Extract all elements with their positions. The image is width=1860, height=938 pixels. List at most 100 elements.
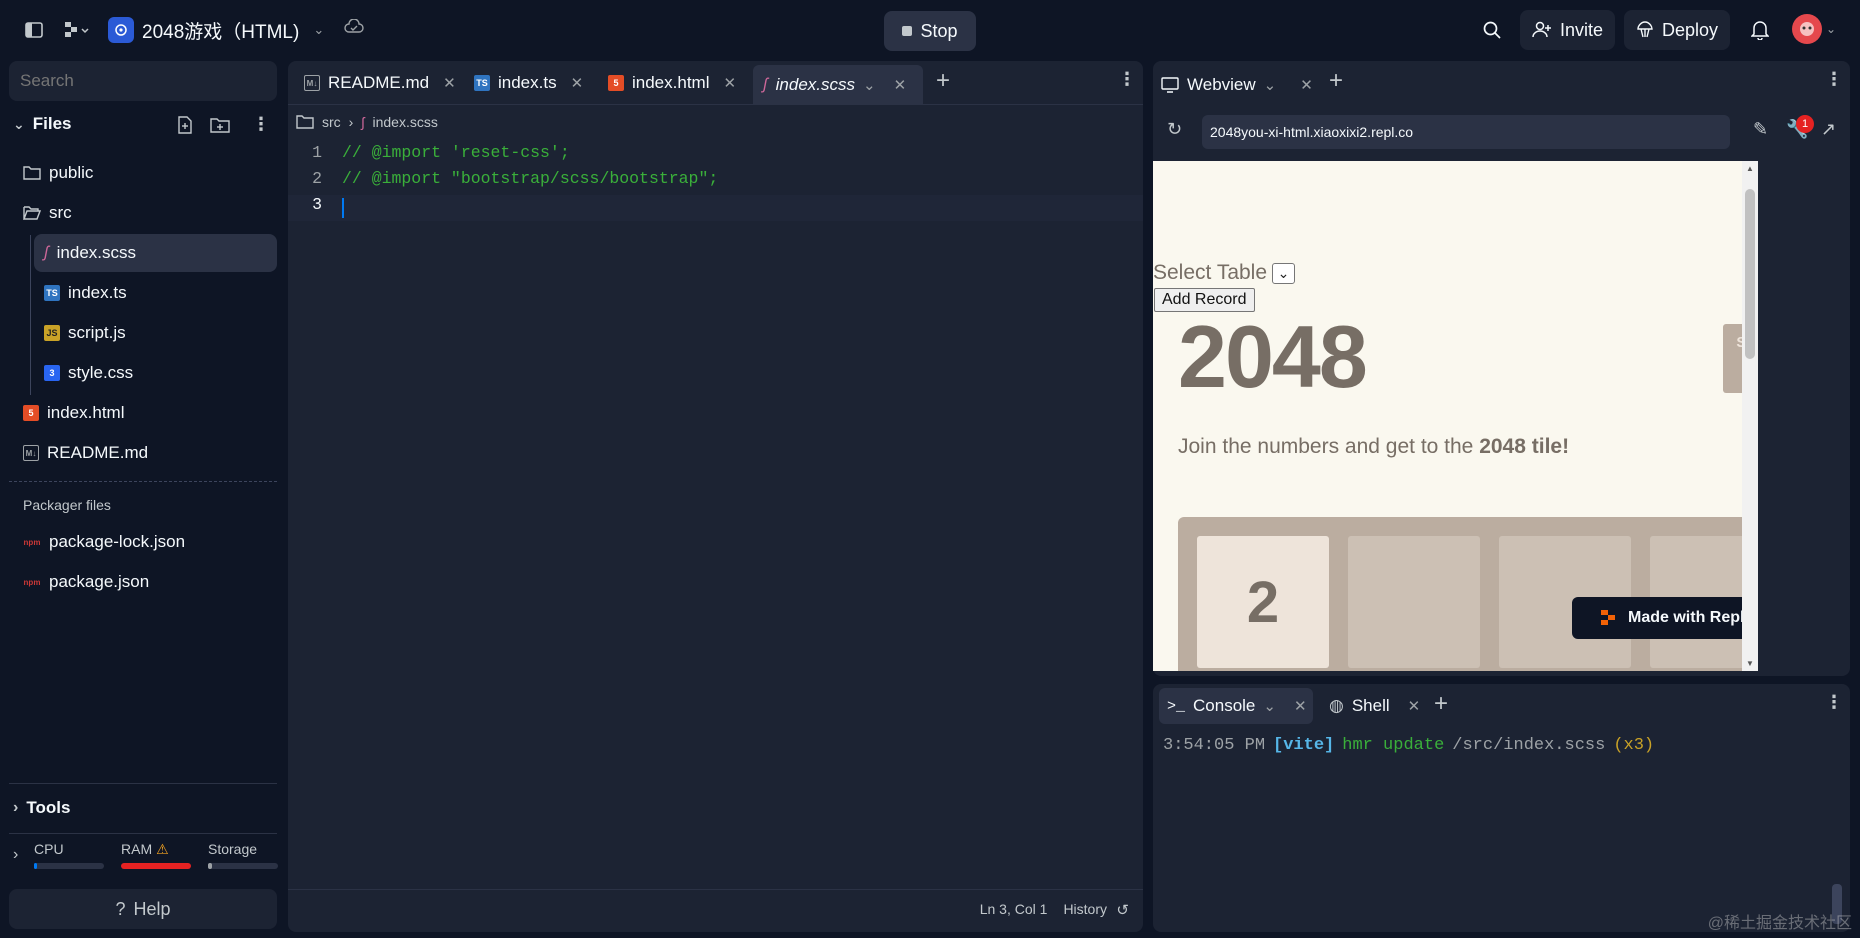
- search-icon[interactable]: [1472, 10, 1512, 50]
- stop-icon: [902, 26, 913, 36]
- tree-label: index.scss: [56, 243, 137, 262]
- code-editor[interactable]: 1 // @import 'reset-css'; 2 // @import "…: [288, 143, 1143, 221]
- log-message: hmr update: [1342, 736, 1445, 755]
- close-icon[interactable]: ✕: [443, 74, 456, 92]
- help-button[interactable]: ? Help: [9, 889, 277, 929]
- tab-readme[interactable]: M↓ README.md ✕: [294, 63, 466, 103]
- project-name[interactable]: 2048游戏（HTML) ⌄: [108, 17, 364, 44]
- edit-icon[interactable]: ✎: [1753, 119, 1768, 140]
- close-icon[interactable]: ✕: [894, 76, 907, 94]
- stop-button[interactable]: Stop: [884, 11, 976, 51]
- webview-scrollbar[interactable]: ▲ ▼: [1742, 161, 1758, 671]
- chevron-down-icon[interactable]: ⌄: [1264, 76, 1277, 94]
- tree-file-script-js[interactable]: JS script.js: [44, 314, 126, 352]
- chevron-down-icon[interactable]: ⌄: [1826, 22, 1836, 36]
- tree-file-index-scss[interactable]: ʃ index.scss: [34, 234, 277, 272]
- log-tag: [vite]: [1273, 736, 1335, 755]
- files-label: Files: [32, 114, 72, 133]
- npm-icon: npm: [23, 537, 41, 547]
- console-panel: >_ Console ⌄ ✕ ◍ Shell ✕ + ⋮ 3:54:05 PM …: [1153, 684, 1850, 932]
- cursor-position[interactable]: Ln 3, Col 1: [980, 901, 1048, 917]
- resources-toggle[interactable]: ›: [13, 846, 18, 864]
- add-tab-icon[interactable]: +: [1329, 67, 1343, 95]
- tree-file-style-css[interactable]: 3 style.css: [44, 354, 133, 392]
- history-button[interactable]: History: [1063, 901, 1107, 917]
- tile: 2: [1197, 536, 1329, 668]
- reload-icon[interactable]: ↻: [1167, 119, 1182, 140]
- tree-file-package-json[interactable]: npm package.json: [23, 563, 150, 601]
- cloud-check-icon[interactable]: [344, 18, 364, 41]
- devtools-badge: 1: [1796, 115, 1814, 133]
- breadcrumb-file[interactable]: index.scss: [372, 114, 437, 130]
- tab-index-html[interactable]: 5 index.html ✕: [598, 63, 746, 103]
- scrollbar-thumb[interactable]: [1745, 189, 1755, 359]
- console-log-line: 3:54:05 PM [vite] hmr update /src/index.…: [1163, 736, 1654, 755]
- deploy-button[interactable]: Deploy: [1624, 10, 1731, 50]
- tab-index-scss[interactable]: ʃ index.scss ⌄ ✕: [753, 65, 923, 105]
- search-input[interactable]: [9, 61, 277, 101]
- add-tab-icon[interactable]: +: [1434, 690, 1448, 718]
- chevron-down-icon[interactable]: ⌄: [313, 22, 324, 38]
- new-file-icon[interactable]: [176, 116, 194, 139]
- ram-label: RAM: [121, 841, 153, 857]
- tab-index-ts[interactable]: TS index.ts ✕: [464, 63, 593, 103]
- game-board[interactable]: 2: [1178, 517, 1758, 671]
- project-title: 2048游戏（HTML): [142, 21, 300, 43]
- chevron-down-icon[interactable]: ⌄: [1263, 697, 1276, 715]
- replit-menu-icon[interactable]: [54, 10, 100, 50]
- sass-icon: ʃ: [361, 114, 365, 130]
- close-icon[interactable]: ✕: [1294, 697, 1307, 715]
- tree-file-readme[interactable]: M↓ README.md: [23, 434, 148, 472]
- tab-webview[interactable]: Webview ⌄ ✕: [1161, 67, 1313, 103]
- avatar[interactable]: ⌄: [1792, 14, 1836, 44]
- close-icon[interactable]: ✕: [571, 74, 584, 92]
- storage-label: Storage: [208, 841, 258, 857]
- tab-label: README.md: [328, 73, 430, 92]
- made-with-replit-badge[interactable]: Made with Replit: [1572, 597, 1758, 639]
- made-with-label: Made with Replit: [1628, 609, 1755, 626]
- tree-label: src: [49, 203, 72, 222]
- tree-folder-src[interactable]: src: [23, 194, 72, 232]
- sass-icon: ʃ: [44, 244, 49, 261]
- tree-file-index-html[interactable]: 5 index.html: [23, 394, 124, 432]
- invite-label: Invite: [1560, 19, 1604, 40]
- project-icon: [108, 17, 134, 43]
- tree-label: index.html: [47, 403, 125, 422]
- bell-icon[interactable]: [1740, 10, 1780, 50]
- tree-folder-public[interactable]: public: [23, 154, 93, 192]
- log-count: (x3): [1613, 736, 1655, 755]
- files-header[interactable]: ⌄ Files: [13, 114, 71, 134]
- stop-label: Stop: [920, 20, 958, 41]
- close-icon[interactable]: ✕: [1300, 76, 1313, 94]
- intro-text: Join the numbers and get to the: [1178, 435, 1480, 458]
- more-icon[interactable]: ⋮: [1825, 69, 1843, 90]
- invite-button[interactable]: Invite: [1520, 10, 1616, 50]
- tree-guide: [30, 235, 31, 395]
- javascript-icon: JS: [44, 325, 60, 341]
- url-bar[interactable]: 2048you-xi-html.xiaoxixi2.repl.co: [1202, 115, 1730, 149]
- tools-header[interactable]: › Tools: [13, 789, 70, 827]
- close-icon[interactable]: ✕: [723, 74, 736, 92]
- chevron-down-icon[interactable]: ⌄: [863, 76, 876, 94]
- more-icon[interactable]: ⋮: [1825, 692, 1843, 713]
- select-dropdown[interactable]: ⌄: [1272, 262, 1296, 284]
- tab-label: index.ts: [498, 73, 557, 92]
- new-folder-icon[interactable]: [210, 116, 230, 139]
- tree-file-index-ts[interactable]: TS index.ts: [44, 274, 127, 312]
- editor-tabbar: M↓ README.md ✕ TS index.ts ✕ 5 index.htm…: [288, 61, 1143, 105]
- tab-console[interactable]: >_ Console ⌄ ✕: [1159, 688, 1313, 724]
- folder-icon: [296, 115, 314, 129]
- open-external-icon[interactable]: ↗: [1821, 119, 1836, 140]
- tab-shell[interactable]: ◍ Shell ✕: [1321, 688, 1428, 724]
- code-text: // @import "bootstrap/scss/bootstrap";: [342, 169, 719, 188]
- tree-file-package-lock[interactable]: npm package-lock.json: [23, 523, 186, 561]
- code-line: 1 // @import 'reset-css';: [288, 143, 1143, 169]
- monitor-icon: [1161, 77, 1179, 93]
- close-icon[interactable]: ✕: [1408, 697, 1421, 715]
- history-icon[interactable]: ↺: [1116, 901, 1129, 919]
- more-icon[interactable]: ⋮: [252, 114, 270, 135]
- sidebar-toggle-icon[interactable]: [14, 10, 54, 50]
- breadcrumb-folder[interactable]: src: [322, 114, 341, 130]
- more-icon[interactable]: ⋮: [1118, 69, 1136, 90]
- add-tab-icon[interactable]: +: [936, 67, 950, 95]
